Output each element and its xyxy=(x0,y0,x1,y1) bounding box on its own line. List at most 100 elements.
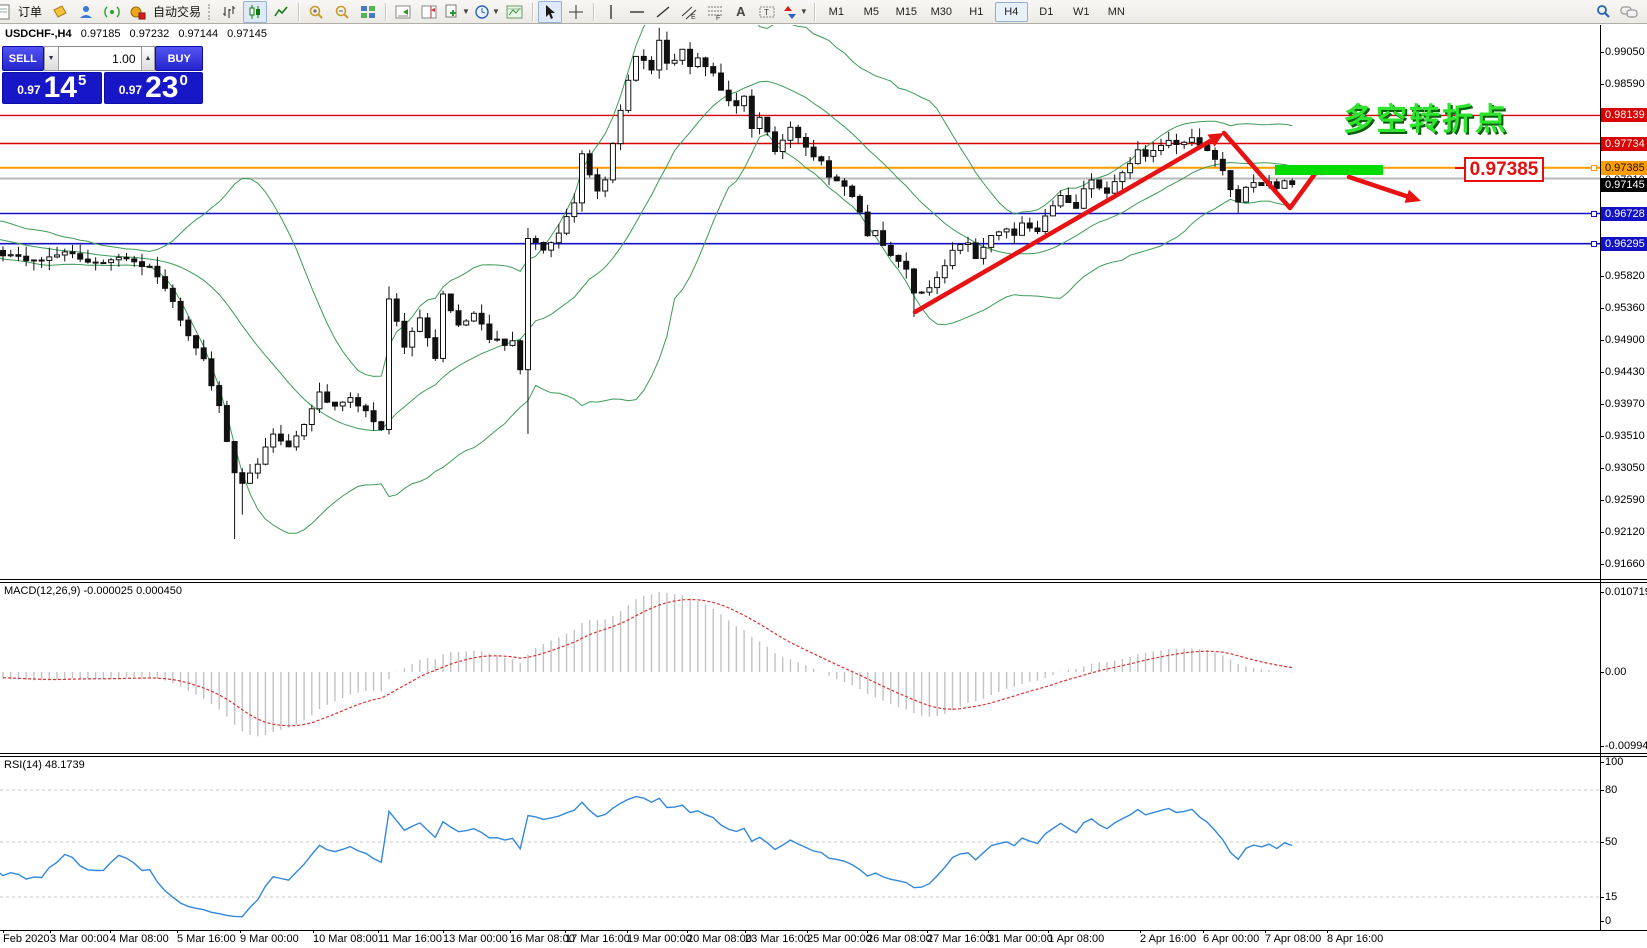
timeframe-button-M30[interactable]: M30 xyxy=(925,2,958,22)
time-label: 3 Mar 00:00 xyxy=(50,933,109,945)
support-zone-rectangle[interactable] xyxy=(1275,165,1383,175)
panel-separator[interactable] xyxy=(0,579,1647,580)
vertical-line-icon xyxy=(603,4,619,20)
time-label: 20 Mar 08:00 xyxy=(687,933,752,945)
timeframe-button-M5[interactable]: M5 xyxy=(855,2,888,22)
time-label: 19 Mar 00:00 xyxy=(627,933,692,945)
tile-windows-button[interactable] xyxy=(356,1,380,23)
new-order-doc-icon[interactable] xyxy=(0,1,15,23)
chart-note-button[interactable] xyxy=(48,1,72,23)
trend-arrow[interactable] xyxy=(915,138,1216,312)
price-tick-label: 0.93510 xyxy=(1605,430,1645,442)
price-tick-label: 0.94900 xyxy=(1605,334,1645,346)
crosshair-icon xyxy=(568,4,584,20)
timeframe-button-W1[interactable]: W1 xyxy=(1065,2,1098,22)
buy-price-box[interactable]: 0.97 23 0 xyxy=(104,72,204,104)
order-label[interactable]: 订单 xyxy=(18,3,42,20)
fibonacci-button[interactable]: F xyxy=(703,1,727,23)
annotation-title[interactable]: 多空转折点 xyxy=(1343,94,1508,139)
symbol-name: USDCHF-,H4 xyxy=(5,28,72,40)
timeframe-button-M1[interactable]: M1 xyxy=(820,2,853,22)
timeframe-button-MN[interactable]: MN xyxy=(1100,2,1133,22)
cursor-button[interactable] xyxy=(538,1,562,23)
autotrade-icon xyxy=(129,4,147,20)
panel-separator[interactable] xyxy=(0,582,1647,583)
macd-name: MACD(12,26,9) xyxy=(4,585,80,597)
zoom-in-button[interactable] xyxy=(304,1,328,23)
price-callout[interactable]: 0.97385 xyxy=(1464,157,1544,182)
level-line-handle[interactable] xyxy=(1591,241,1597,247)
macd-tick-label: 0.010719 xyxy=(1605,586,1647,598)
trend-arrow[interactable] xyxy=(1349,177,1412,198)
chart-shift-button[interactable] xyxy=(417,1,441,23)
chart-header: USDCHF-,H4 0.97185 0.97232 0.97144 0.971… xyxy=(5,28,273,40)
trend-arrowhead[interactable] xyxy=(1405,190,1421,203)
time-label: 17 Mar 16:00 xyxy=(565,933,630,945)
timeframe-button-H4[interactable]: H4 xyxy=(995,2,1028,22)
period-button[interactable]: ▼ xyxy=(473,1,501,23)
trendline-button[interactable] xyxy=(651,1,675,23)
chat-button[interactable] xyxy=(1617,1,1641,23)
arrows-button[interactable]: ▼ xyxy=(781,1,809,23)
search-button[interactable] xyxy=(1591,1,1615,23)
rsi-tick-label: 50 xyxy=(1605,836,1617,848)
buy-button[interactable]: BUY xyxy=(155,46,203,71)
rsi-tick xyxy=(1600,921,1604,922)
level-line-handle[interactable] xyxy=(1591,165,1597,171)
time-label: 10 Mar 08:00 xyxy=(313,933,378,945)
timeframe-button-D1[interactable]: D1 xyxy=(1030,2,1063,22)
community-button[interactable] xyxy=(74,1,98,23)
rsi-panel-canvas[interactable] xyxy=(0,756,1601,930)
timeframe-button-H1[interactable]: H1 xyxy=(960,2,993,22)
price-tick xyxy=(1600,308,1604,309)
bar-chart-icon xyxy=(221,4,237,20)
panel-separator[interactable] xyxy=(0,753,1647,754)
toolbar-separator xyxy=(814,3,815,21)
bar-chart-button[interactable] xyxy=(217,1,241,23)
horizontal-line-button[interactable] xyxy=(625,1,649,23)
channel-button[interactable]: E xyxy=(677,1,701,23)
template-icon xyxy=(506,4,524,20)
text-button[interactable]: A xyxy=(729,1,753,23)
autotrade-label[interactable]: 自动交易 xyxy=(153,3,201,20)
macd-tick-label: -0.009944 xyxy=(1605,740,1647,752)
toolbar-separator xyxy=(532,3,533,21)
vertical-line-button[interactable] xyxy=(599,1,623,23)
svg-text:F: F xyxy=(716,15,720,20)
price-tick-label: 0.92120 xyxy=(1605,526,1645,538)
text-label-button[interactable]: T xyxy=(755,1,779,23)
cursor-icon xyxy=(542,4,558,20)
volume-input[interactable] xyxy=(59,46,141,71)
new-chart-icon xyxy=(444,4,460,20)
time-label: 7 Apr 08:00 xyxy=(1265,933,1321,945)
crosshair-button[interactable] xyxy=(564,1,588,23)
volume-decrease-button[interactable]: ▼ xyxy=(44,46,59,71)
zoom-in-icon xyxy=(308,4,324,20)
zoom-out-button[interactable] xyxy=(330,1,354,23)
sell-price-box[interactable]: 0.97 14 5 xyxy=(2,72,102,104)
level-line-handle[interactable] xyxy=(1591,211,1597,217)
rsi-name: RSI(14) xyxy=(4,759,42,771)
new-chart-button[interactable]: ▼ xyxy=(443,1,471,23)
macd-panel-canvas[interactable] xyxy=(0,582,1601,753)
rsi-tick-label: 80 xyxy=(1605,784,1617,796)
auto-scroll-button[interactable] xyxy=(391,1,415,23)
chevron-down-icon: ▼ xyxy=(462,7,470,16)
broadcast-button[interactable] xyxy=(100,1,124,23)
text-icon: A xyxy=(736,4,745,19)
main-toolbar: 订单 自动交易 xyxy=(0,0,1647,24)
line-chart-button[interactable] xyxy=(269,1,293,23)
candlestick-chart-button[interactable] xyxy=(243,1,267,23)
sell-button[interactable]: SELL xyxy=(2,46,44,71)
timeframe-button-M15[interactable]: M15 xyxy=(890,2,923,22)
time-label: 13 Mar 00:00 xyxy=(443,933,508,945)
rsi-label: RSI(14) 48.1739 xyxy=(4,759,85,771)
sell-price-small: 0.97 xyxy=(17,83,40,97)
panel-separator[interactable] xyxy=(0,756,1647,757)
template-button[interactable] xyxy=(503,1,527,23)
ohlc-low: 0.97144 xyxy=(178,28,218,40)
volume-increase-button[interactable]: ▲ xyxy=(141,46,156,71)
buy-price-sup: 0 xyxy=(179,72,187,89)
chat-icon xyxy=(1620,4,1638,20)
autotrade-button[interactable] xyxy=(126,1,150,23)
